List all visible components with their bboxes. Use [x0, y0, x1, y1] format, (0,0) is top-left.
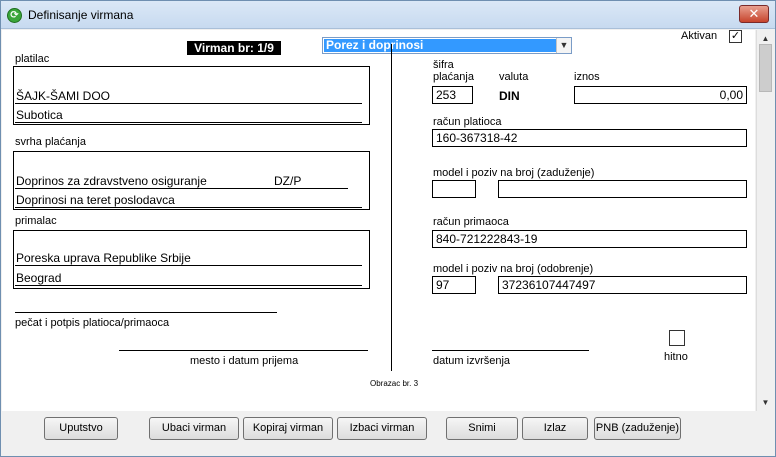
- racun-primaoca-input[interactable]: 840-721222843-19: [432, 230, 747, 248]
- pecat-label: pečat i potpis platioca/primaoca: [15, 317, 170, 329]
- divider: [15, 207, 362, 208]
- model-zaduzenje-label: model i poziv na broj (zaduženje): [433, 167, 595, 179]
- mesto-label: mesto i datum prijema: [190, 355, 299, 367]
- svrha-code: DZ/P: [274, 174, 302, 188]
- placanja-label: plaćanja: [433, 71, 474, 83]
- divider: [15, 285, 362, 286]
- sifra-input[interactable]: 253: [432, 86, 473, 104]
- iznos-label: iznos: [574, 71, 600, 83]
- aktivan-label: Aktivan: [681, 30, 718, 42]
- ubaci-virman-button[interactable]: Ubaci virman: [149, 417, 239, 440]
- poziv-zaduzenje-input[interactable]: [498, 180, 747, 198]
- sifra-label: šifra: [433, 59, 454, 71]
- vertical-scrollbar[interactable]: ▲ ▼: [756, 30, 774, 411]
- valuta-value: DIN: [499, 89, 520, 103]
- scroll-down-icon[interactable]: ▼: [757, 394, 774, 411]
- datum-line: [432, 350, 589, 351]
- hitno-checkbox[interactable]: [669, 330, 685, 346]
- racun-platioca-input[interactable]: 160-367318-42: [432, 129, 747, 147]
- racun-primaoca-label: račun primaoca: [433, 216, 509, 228]
- izlaz-button[interactable]: Izlaz: [522, 417, 588, 440]
- primalac-city: Beograd: [16, 271, 62, 285]
- izbaci-virman-button[interactable]: Izbaci virman: [337, 417, 427, 440]
- form-area: Virman br: 1/9 Porez i doprinosi ▼ Aktiv…: [2, 30, 755, 411]
- platilac-name: ŠAJK-ŠAMI DOO: [16, 89, 111, 103]
- aktivan-checkbox[interactable]: ✓: [729, 30, 742, 43]
- datum-label: datum izvršenja: [433, 355, 511, 367]
- platilac-city: Subotica: [16, 108, 63, 122]
- model-odobrenje-input[interactable]: 97: [432, 276, 476, 294]
- center-divider: [391, 44, 392, 371]
- divider: [15, 265, 362, 266]
- divider: [15, 188, 348, 189]
- snimi-button[interactable]: Snimi: [446, 417, 518, 440]
- chevron-down-icon[interactable]: ▼: [556, 38, 571, 53]
- kopiraj-virman-button[interactable]: Kopiraj virman: [243, 417, 333, 440]
- model-zaduzenje-input[interactable]: [432, 180, 476, 198]
- uputstvo-button[interactable]: Uputstvo: [44, 417, 118, 440]
- virman-type-value: Porez i doprinosi: [324, 39, 556, 52]
- close-button[interactable]: ✕: [739, 5, 769, 23]
- svrha-line1: Doprinos za zdravstveno osiguranje: [16, 174, 207, 188]
- platilac-label: platilac: [15, 53, 50, 65]
- poziv-odobrenje-input[interactable]: 37236107447497: [498, 276, 747, 294]
- window-title: Definisanje virmana: [28, 8, 134, 22]
- svrha-line2: Doprinosi na teret poslodavca: [16, 193, 175, 207]
- scroll-thumb[interactable]: [759, 44, 772, 92]
- racun-platioca-label: račun platioca: [433, 116, 502, 128]
- pnb-zaduzenje-button[interactable]: PNB (zaduženje): [594, 417, 681, 440]
- mesto-line: [119, 350, 368, 351]
- divider: [15, 103, 362, 104]
- model-odobrenje-label: model i poziv na broj (odobrenje): [433, 263, 594, 275]
- app-icon: ⟳: [7, 8, 22, 23]
- main-window: ⟳ Definisanje virmana ✕ Virman br: 1/9 P…: [0, 0, 776, 457]
- virman-number-badge: Virman br: 1/9: [187, 41, 281, 55]
- hitno-label: hitno: [664, 351, 688, 363]
- iznos-input[interactable]: 0,00: [574, 86, 747, 104]
- valuta-label: valuta: [499, 71, 529, 83]
- primalac-label: primalac: [15, 215, 57, 227]
- obrazac-note: Obrazac br. 3: [370, 379, 419, 388]
- divider: [15, 122, 362, 123]
- primalac-name: Poreska uprava Republike Srbije: [16, 251, 191, 265]
- signature-line: [15, 312, 277, 313]
- virman-type-select[interactable]: Porez i doprinosi ▼: [322, 37, 572, 54]
- svrha-label: svrha plaćanja: [15, 136, 86, 148]
- title-bar[interactable]: ⟳ Definisanje virmana ✕: [1, 1, 775, 29]
